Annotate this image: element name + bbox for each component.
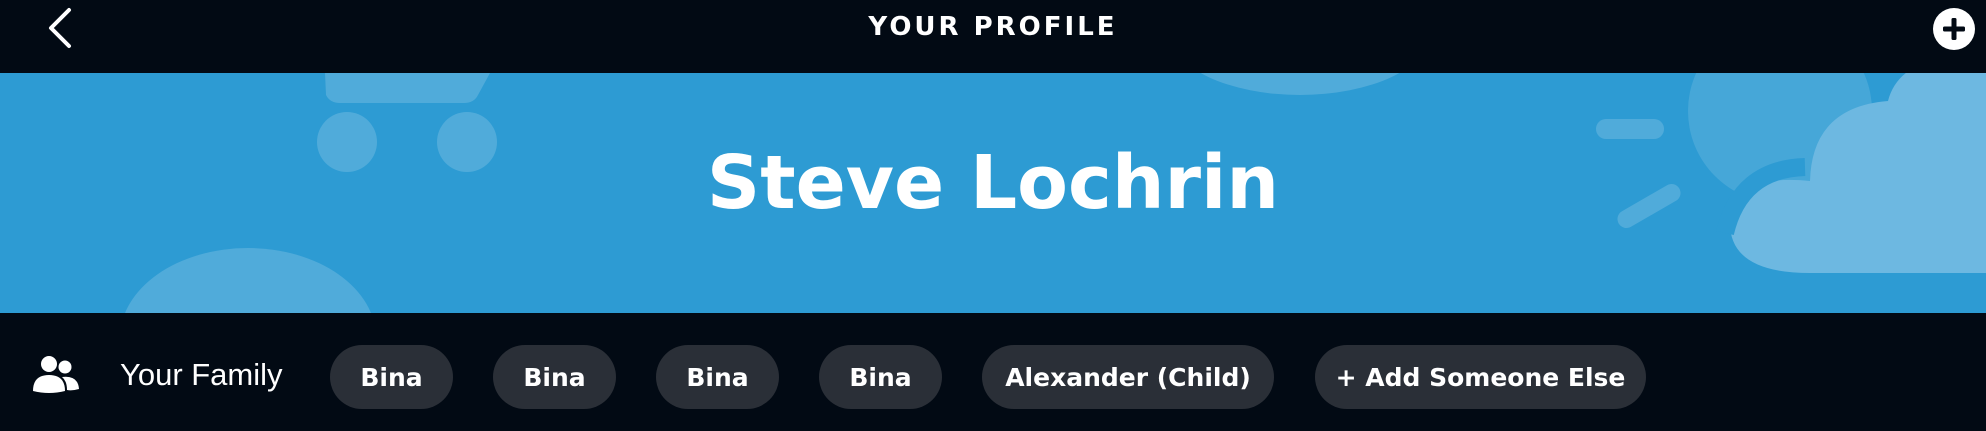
profile-name: Steve Lochrin bbox=[706, 140, 1280, 226]
family-member-chip[interactable]: Bina bbox=[493, 345, 616, 409]
profile-banner: Steve Lochrin bbox=[0, 73, 1986, 313]
top-nav-bar: YOUR PROFILE bbox=[0, 0, 1986, 73]
family-label: Your Family bbox=[120, 357, 283, 392]
add-profile-button[interactable] bbox=[1932, 7, 1976, 51]
family-member-chip[interactable]: Bina bbox=[819, 345, 942, 409]
plus-circle-icon bbox=[1933, 8, 1975, 50]
family-member-chip[interactable]: Alexander (Child) bbox=[982, 345, 1274, 409]
people-icon bbox=[33, 356, 79, 393]
add-someone-button[interactable]: + Add Someone Else bbox=[1315, 345, 1646, 409]
page-title: YOUR PROFILE bbox=[868, 12, 1118, 42]
family-member-chip[interactable]: Bina bbox=[656, 345, 779, 409]
family-section: Your Family Bina Bina Bina Bina Alexande… bbox=[0, 313, 1986, 431]
family-member-chip[interactable]: Bina bbox=[330, 345, 453, 409]
